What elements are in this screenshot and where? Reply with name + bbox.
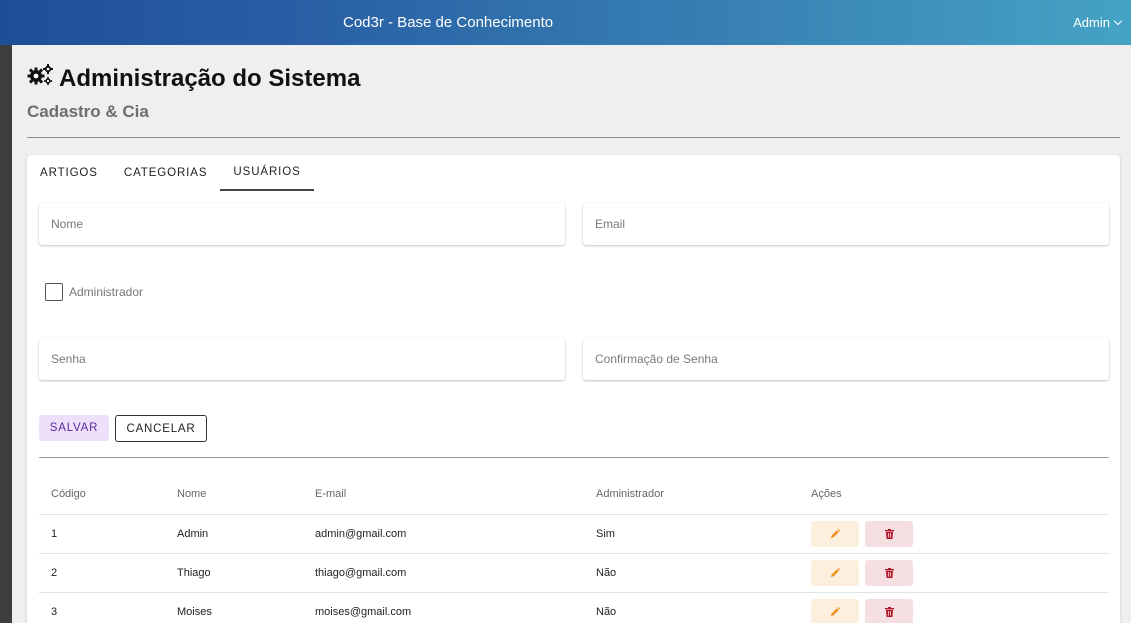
table-row: 2 Thiago thiago@gmail.com Não xyxy=(39,554,1109,593)
column-header-actions: Ações xyxy=(811,487,842,500)
pencil-icon xyxy=(831,568,840,577)
column-header-name[interactable]: Nome xyxy=(177,488,315,500)
confirm-password-field xyxy=(583,338,1109,380)
admin-checkbox-label: Administrador xyxy=(69,285,144,299)
email-input[interactable] xyxy=(583,203,1109,245)
email-field xyxy=(583,203,1109,245)
cell-admin: Sim xyxy=(596,528,615,540)
page-subtitle: Cadastro & Cia xyxy=(27,102,149,121)
cell-actions xyxy=(811,560,1109,586)
cell-code: 1 xyxy=(51,528,58,540)
page-title-text: Administração do Sistema xyxy=(59,64,361,92)
cell-name: Admin xyxy=(177,528,209,540)
delete-button[interactable] xyxy=(865,521,913,547)
cell-name: Thiago xyxy=(177,567,211,579)
divider xyxy=(27,137,1120,138)
column-header-admin[interactable]: Administrador xyxy=(596,488,811,500)
edit-button[interactable] xyxy=(811,560,859,586)
cancel-button[interactable]: CANCELAR xyxy=(115,415,207,442)
admin-checkbox[interactable] xyxy=(45,283,63,301)
tab-bar: ARTIGOS CATEGORIAS USUÁRIOS xyxy=(27,155,314,191)
cell-admin: Não xyxy=(596,567,617,579)
admin-card: ARTIGOS CATEGORIAS USUÁRIOS Administrado… xyxy=(27,155,1120,623)
table-header: Código Nome E-mail Administrador Ações xyxy=(39,473,1109,515)
column-header-email[interactable]: E-mail xyxy=(315,488,596,500)
table-row: 1 Admin admin@gmail.com Sim xyxy=(39,515,1109,554)
delete-button[interactable] xyxy=(865,560,913,586)
chevron-down-icon xyxy=(1113,16,1123,25)
trash-icon xyxy=(884,568,894,578)
trash-icon xyxy=(884,607,894,617)
users-table: Código Nome E-mail Administrador Ações 1… xyxy=(39,473,1109,623)
name-input[interactable] xyxy=(39,203,565,245)
page-title: Administração do Sistema xyxy=(27,63,360,94)
column-header-code[interactable]: Código xyxy=(39,488,177,500)
name-field xyxy=(39,203,565,245)
cogs-icon xyxy=(27,63,53,94)
confirm-password-input[interactable] xyxy=(583,338,1109,380)
cell-code: 2 xyxy=(51,567,58,579)
cell-admin: Não xyxy=(596,606,617,618)
pencil-icon xyxy=(831,607,840,616)
tab-usuarios[interactable]: USUÁRIOS xyxy=(220,155,314,191)
admin-checkbox-row: Administrador xyxy=(45,283,143,301)
user-name: Admin xyxy=(1073,15,1110,30)
user-menu[interactable]: Admin xyxy=(1073,15,1123,30)
table-row: 3 Moises moises@gmail.com Não xyxy=(39,593,1109,623)
cell-email: admin@gmail.com xyxy=(315,528,407,540)
cell-email: thiago@gmail.com xyxy=(315,567,407,579)
save-button[interactable]: SALVAR xyxy=(39,415,109,441)
trash-icon xyxy=(884,529,894,539)
app-header: Cod3r - Base de Conhecimento Admin xyxy=(0,0,1131,45)
cell-code: 3 xyxy=(51,606,58,618)
tab-categorias[interactable]: CATEGORIAS xyxy=(111,155,221,191)
password-field xyxy=(39,338,565,380)
pencil-icon xyxy=(831,529,840,538)
cell-actions xyxy=(811,521,1109,547)
divider xyxy=(39,457,1109,458)
edit-button[interactable] xyxy=(811,599,859,623)
left-strip xyxy=(0,0,12,623)
tab-artigos[interactable]: ARTIGOS xyxy=(27,155,111,191)
password-input[interactable] xyxy=(39,338,565,380)
app-title: Cod3r - Base de Conhecimento xyxy=(343,14,554,31)
edit-button[interactable] xyxy=(811,521,859,547)
delete-button[interactable] xyxy=(865,599,913,623)
cell-actions xyxy=(811,599,1109,623)
cell-name: Moises xyxy=(177,606,212,618)
cell-email: moises@gmail.com xyxy=(315,606,412,618)
